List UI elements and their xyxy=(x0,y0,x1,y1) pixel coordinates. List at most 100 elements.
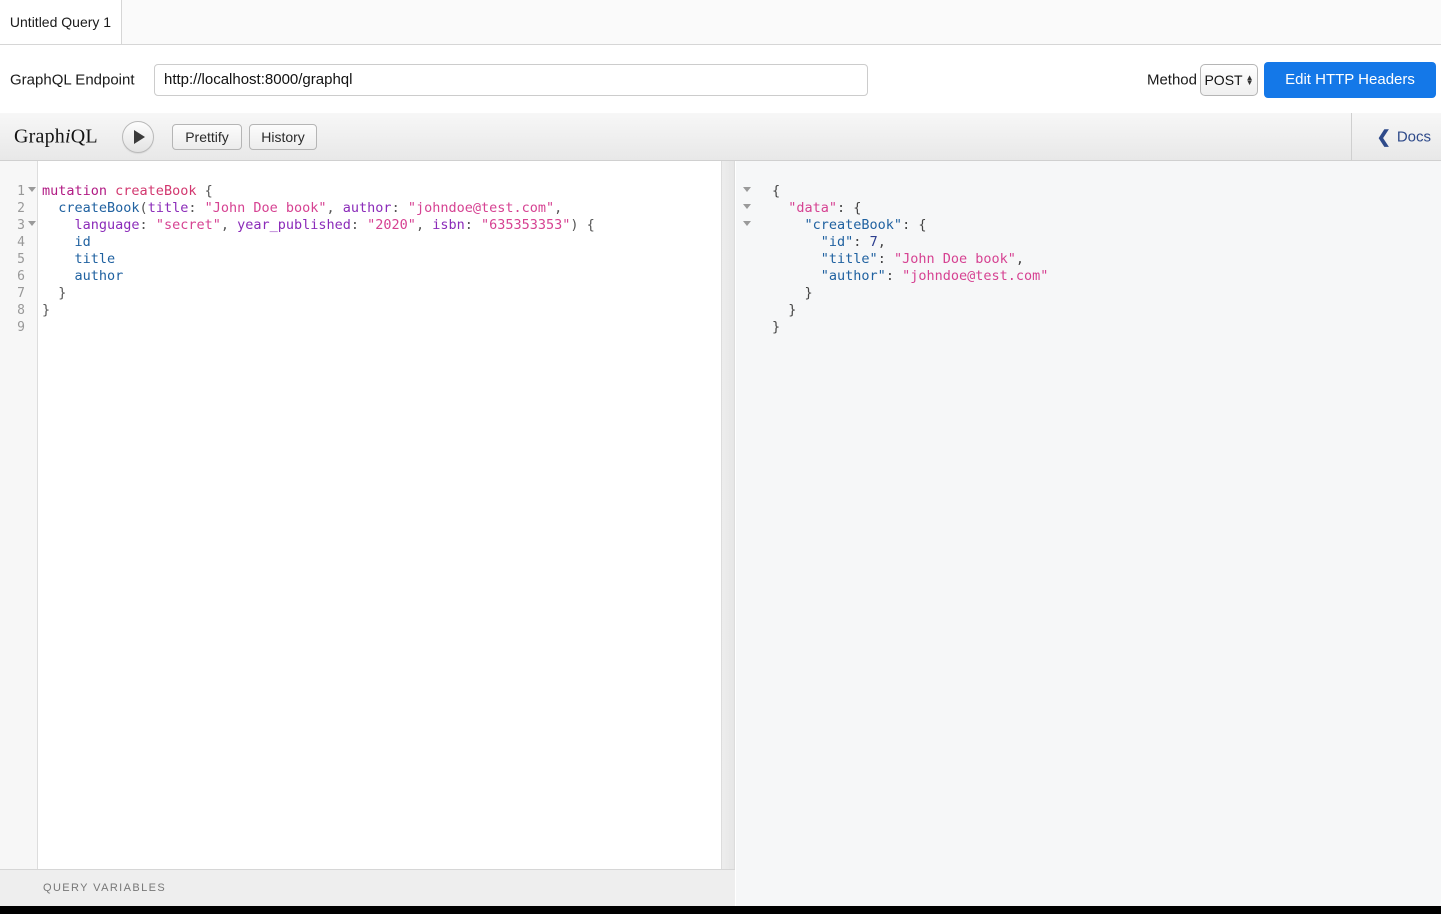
edit-http-headers-button[interactable]: Edit HTTP Headers xyxy=(1264,61,1436,98)
code-token: ( xyxy=(139,200,148,216)
code-token: } xyxy=(42,302,51,318)
line-number: 6 xyxy=(17,269,25,284)
fold-triangle-icon[interactable] xyxy=(743,221,751,226)
query-code-lines[interactable]: mutation createBook { createBook(title: … xyxy=(42,183,595,336)
line-number xyxy=(736,319,756,336)
endpoint-bar: GraphQL Endpoint Method POST ▲▼ Edit HTT… xyxy=(0,46,1441,113)
edit-http-headers-label: Edit HTTP Headers xyxy=(1285,71,1415,88)
code-line: "title": "John Doe book", xyxy=(772,251,1048,268)
line-number xyxy=(736,251,756,268)
fold-triangle-icon[interactable] xyxy=(743,187,751,192)
code-token: } xyxy=(42,285,67,301)
code-token: "data" xyxy=(788,200,838,216)
code-token: , xyxy=(220,217,238,233)
method-select[interactable]: POST ▲ ▼ xyxy=(1200,63,1258,96)
code-token: title xyxy=(74,251,116,267)
graphiql-logo: GraphiQL xyxy=(14,125,98,148)
line-number xyxy=(736,183,756,200)
code-token: "635353353" xyxy=(481,217,571,233)
code-token: mutation xyxy=(42,183,108,199)
endpoint-input[interactable] xyxy=(154,63,868,96)
line-number: 1 xyxy=(0,183,37,200)
code-token: : xyxy=(885,268,903,284)
code-token: : xyxy=(391,200,408,216)
code-token: 7 xyxy=(869,234,878,250)
line-number: 4 xyxy=(17,235,25,250)
tab-bar: Untitled Query 1 xyxy=(0,0,1441,45)
code-line: language: "secret", year_published: "202… xyxy=(42,217,595,234)
line-number xyxy=(736,217,756,234)
line-number: 9 xyxy=(17,320,25,335)
query-code-area[interactable]: 1234 5 6 7 8 9 mutation createBook { createBo… xyxy=(0,161,721,906)
play-icon xyxy=(134,129,145,144)
history-label: History xyxy=(261,128,305,145)
code-token: : xyxy=(188,200,205,216)
code-token: language xyxy=(74,217,140,233)
result-code-lines: { "data": { "createBook": { "id": 7, "ti… xyxy=(772,183,1048,336)
select-arrows-icon: ▲ ▼ xyxy=(1245,72,1254,87)
docs-separator xyxy=(1351,113,1352,161)
line-number: 7 xyxy=(17,286,25,301)
code-token: , xyxy=(1015,251,1025,267)
line-number: 2 xyxy=(17,201,25,216)
code-token: : { xyxy=(837,200,862,216)
code-token: , xyxy=(415,217,433,233)
method-label: Method xyxy=(1146,71,1197,88)
code-token: , xyxy=(877,234,886,250)
fold-triangle-icon[interactable] xyxy=(28,221,36,226)
code-line: } xyxy=(42,302,595,319)
execute-query-button[interactable] xyxy=(122,120,154,153)
code-token: , xyxy=(554,200,563,216)
fold-triangle-icon[interactable] xyxy=(28,187,36,192)
pane-resize-handle[interactable] xyxy=(721,161,735,906)
prettify-button[interactable]: Prettify xyxy=(172,123,242,150)
docs-label: Docs xyxy=(1396,128,1431,145)
result-viewer-pane[interactable]: { "data": { "createBook": { "id": 7, "ti… xyxy=(736,161,1441,906)
query-editor-pane[interactable]: 1234 5 6 7 8 9 mutation createBook { createBo… xyxy=(0,161,721,906)
code-token: : xyxy=(139,217,156,233)
code-token: "John Doe book" xyxy=(204,200,327,216)
code-line: author xyxy=(42,268,595,285)
tab-untitled-query-1[interactable]: Untitled Query 1 xyxy=(0,0,122,44)
code-line: title xyxy=(42,251,595,268)
code-line: "createBook": { xyxy=(772,217,1048,234)
tab-label: Untitled Query 1 xyxy=(9,14,112,30)
code-token: { xyxy=(772,183,781,199)
code-token: : xyxy=(877,251,894,267)
query-variables-bar[interactable]: QUERY VARIABLES xyxy=(0,869,721,906)
history-button[interactable]: History xyxy=(249,123,317,150)
code-token: author xyxy=(74,268,124,284)
code-token: title xyxy=(147,200,189,216)
code-token: "id" xyxy=(820,234,854,250)
logo-suffix: QL xyxy=(70,125,98,147)
code-line: createBook(title: "John Doe book", autho… xyxy=(42,200,595,217)
docs-toggle-button[interactable]: ❮ Docs xyxy=(1377,128,1431,145)
result-code-area: { "data": { "createBook": { "id": 7, "ti… xyxy=(736,161,1441,906)
code-token: : xyxy=(350,217,368,233)
code-token: } xyxy=(772,319,781,335)
code-line: "id": 7, xyxy=(772,234,1048,251)
endpoint-label: GraphQL Endpoint xyxy=(10,71,135,88)
code-line: } xyxy=(42,285,595,302)
line-number xyxy=(736,234,756,251)
code-line: "author": "johndoe@test.com" xyxy=(772,268,1049,285)
line-number: 3 xyxy=(0,217,37,234)
query-variables-bar-divider xyxy=(721,869,735,906)
code-token: : { xyxy=(902,217,927,233)
chevron-left-icon: ❮ xyxy=(1376,127,1391,146)
query-gutter: 1234 5 6 7 8 9 xyxy=(0,161,38,906)
prettify-label: Prettify xyxy=(185,128,229,145)
code-token: id xyxy=(74,234,91,250)
method-select-value: POST xyxy=(1204,71,1243,88)
code-token: : xyxy=(464,217,481,233)
code-token: : xyxy=(853,234,870,250)
fold-triangle-icon[interactable] xyxy=(743,204,751,209)
code-token: "title" xyxy=(820,251,878,267)
code-token: "2020" xyxy=(367,217,416,233)
bottom-bar xyxy=(0,906,1441,914)
